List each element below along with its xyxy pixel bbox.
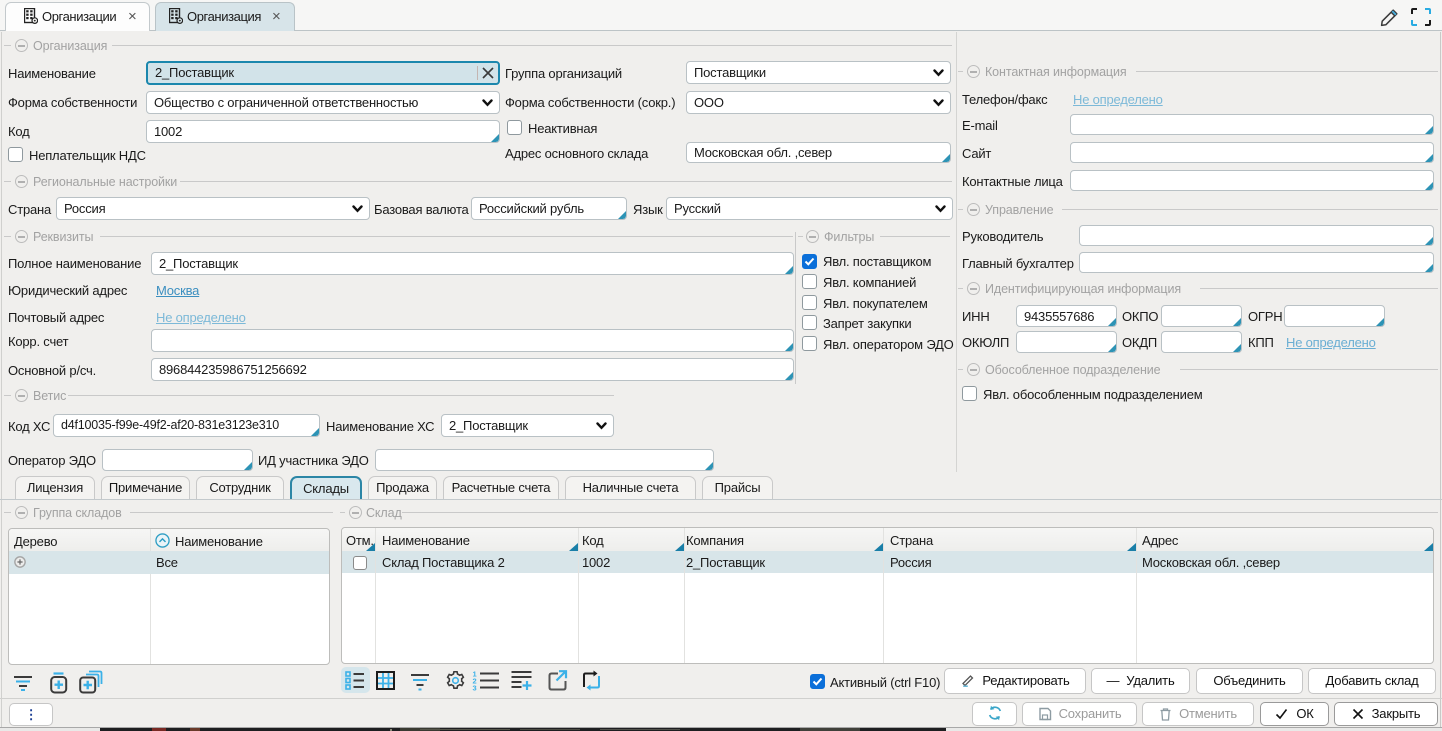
svg-text:3: 3 [473, 684, 477, 692]
